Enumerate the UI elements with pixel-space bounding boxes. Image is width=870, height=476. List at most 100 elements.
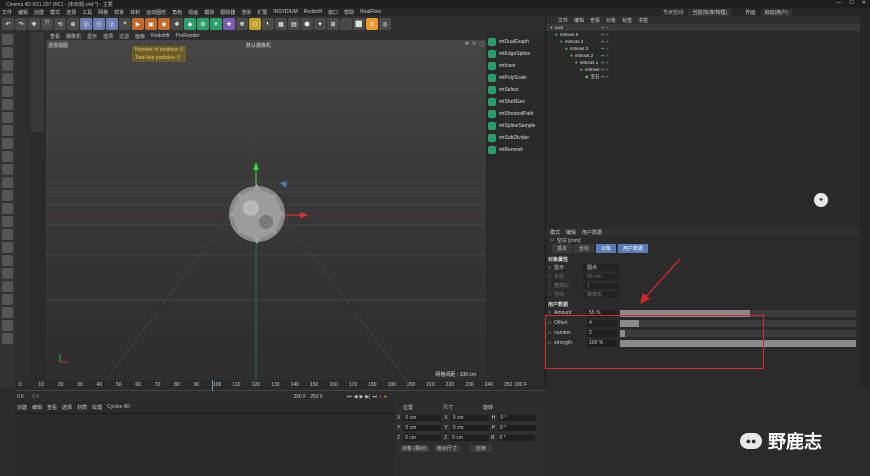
menu-item[interactable]: 创建	[34, 9, 44, 16]
timeline-ruler[interactable]: 0 10 20 30 40 50 60 70 80 90 100 110 120 130 140 150 160…	[15, 380, 545, 391]
toolbar-tool-icon[interactable]: ⬢	[301, 18, 313, 30]
attribute-tab[interactable]: 基本	[552, 244, 573, 253]
toolbar-tool-icon[interactable]: Ⓧ	[80, 18, 92, 30]
record-icon[interactable]: ●	[379, 394, 382, 400]
material-menu-item[interactable]: 选择	[62, 404, 72, 411]
viewport-menu-item[interactable]: 选项	[103, 33, 113, 40]
material-menu-item[interactable]: Cycles 4D	[107, 404, 130, 411]
coord-value-field[interactable]: 0 cm	[403, 435, 442, 441]
left-tool-icon[interactable]	[2, 73, 13, 84]
toolbar-tool-icon[interactable]: ▣	[145, 18, 157, 30]
toolbar-tool-icon[interactable]: ⊙	[366, 18, 378, 30]
attribute-menu-item[interactable]: 模式	[550, 229, 560, 236]
object-visibility-icon[interactable]: ▪▪ ✓	[601, 67, 609, 73]
material-menu-item[interactable]: 创建	[17, 404, 27, 411]
left-tool-icon[interactable]	[2, 229, 13, 240]
menu-item[interactable]: 选择	[66, 9, 76, 16]
viewport-menu-item[interactable]: 摄像机	[66, 33, 81, 40]
coord-value-field[interactable]: 0 cm	[450, 415, 489, 421]
viewport-menu-item[interactable]: ProRender	[175, 33, 199, 39]
toolbar-tool-icon[interactable]: ↷	[15, 18, 27, 30]
object-tree-row[interactable]: ● mtInset.2 ▪▪ ✓	[546, 52, 860, 59]
toolbar-tool-icon[interactable]: ▤	[288, 18, 300, 30]
menu-item[interactable]: 模拟	[204, 9, 214, 16]
minimize-button[interactable]: —	[836, 0, 841, 6]
object-tree-row[interactable]: ● mtInset.1 ▪▪ ✓	[546, 59, 860, 66]
property-value[interactable]: 50 cm	[583, 273, 620, 280]
plugin-item[interactable]: mtRemesh	[486, 144, 544, 156]
menu-item[interactable]: 跟踪器	[220, 9, 235, 16]
object-manager-menu-item[interactable]: 查看	[590, 17, 600, 24]
left-tool-icon[interactable]	[2, 112, 13, 123]
viewport-menu-item[interactable]: 显示	[87, 33, 97, 40]
property-radio-icon[interactable]: ○	[548, 265, 551, 271]
material-menu-item[interactable]: 编辑	[32, 404, 42, 411]
left-tool-icon[interactable]	[2, 125, 13, 136]
autokey-icon[interactable]: ●	[384, 394, 387, 400]
left-tool-icon[interactable]	[2, 86, 13, 97]
property-radio-icon[interactable]: ○	[548, 292, 551, 298]
start-frame-field[interactable]: 0 F	[32, 394, 39, 400]
attribute-tab[interactable]: 用户数据	[618, 244, 649, 253]
left-tool-icon[interactable]	[2, 333, 13, 344]
plugin-item[interactable]: mtInset	[486, 60, 544, 72]
left-tool-icon[interactable]	[2, 281, 13, 292]
material-menu-item[interactable]: 纹理	[92, 404, 102, 411]
timeline[interactable]: 0 10 20 30 40 50 60 70 80 90 100 110 120 130 140 150 160…	[15, 380, 545, 402]
coord-value-field[interactable]: 0 °	[497, 435, 536, 441]
menu-item[interactable]: 模式	[50, 9, 60, 16]
coord-value-field[interactable]: 0 cm	[450, 425, 489, 431]
end-frame-field[interactable]: 100 F	[514, 382, 527, 388]
left-tool-icon[interactable]	[2, 268, 13, 279]
left-tool-icon[interactable]	[2, 34, 13, 45]
material-menu-item[interactable]: 材质	[77, 404, 87, 411]
toolbar-tool-icon[interactable]: ❋	[236, 18, 248, 30]
toolbar-tool-icon[interactable]: ⬛	[340, 18, 352, 30]
attribute-menu-item[interactable]: 用户数据	[582, 229, 602, 236]
toolbar-tool-icon[interactable]: ⟲	[54, 18, 66, 30]
toolbar-tool-icon[interactable]: Ⓩ	[106, 18, 118, 30]
prev-frame-icon[interactable]: ◀	[354, 394, 358, 400]
plugin-item[interactable]: mtEdgeSpline	[486, 48, 544, 60]
current-frame-field[interactable]: 0 F	[17, 394, 24, 400]
toolbar-tool-icon[interactable]: ◆	[184, 18, 196, 30]
property-radio-icon[interactable]: ○	[548, 274, 551, 280]
node-space-select[interactable]: 当前(标准/物理)	[688, 8, 732, 16]
coord-value-field[interactable]: 0 °	[498, 415, 537, 421]
left-tool-icon[interactable]	[2, 177, 13, 188]
menu-item[interactable]: 扩展	[257, 9, 267, 16]
coord-value-field[interactable]: 0 cm	[403, 425, 442, 431]
object-manager-menu-item[interactable]: 对象	[606, 17, 616, 24]
maximize-button[interactable]: ☐	[849, 0, 853, 6]
object-manager-menu-item[interactable]: 书签	[638, 17, 648, 24]
toolbar-tool-icon[interactable]: ⊞	[327, 18, 339, 30]
object-manager-menu-item[interactable]: 文件	[558, 17, 568, 24]
toolbar-tool-icon[interactable]: ✥	[28, 18, 40, 30]
viewport[interactable]: 透视视图 默认摄像机 ✥ ⟳ ▢ Number of emitters: 0 Tot…	[46, 40, 486, 380]
menu-item[interactable]: RealFlow	[360, 9, 381, 15]
play-icon[interactable]: ▶	[359, 394, 363, 400]
property-radio-icon[interactable]: ○	[548, 283, 551, 289]
toolbar-tool-icon[interactable]: ◎	[379, 18, 391, 30]
property-value[interactable]: 摄像机	[583, 291, 620, 298]
coord-mode-select[interactable]: 对象 (相对)	[399, 445, 430, 452]
toolbar-tool-icon[interactable]: ▶	[132, 18, 144, 30]
attribute-tab[interactable]: 对象	[596, 244, 617, 253]
toolbar-tool-icon[interactable]: Ⓨ	[93, 18, 105, 30]
coord-value-field[interactable]: 0 cm	[403, 415, 442, 421]
object-manager-menu-item[interactable]: 编辑	[574, 17, 584, 24]
object-tree-row[interactable]: ● mtInset.4 ▪▪ ✓	[546, 38, 860, 45]
object-tree-row[interactable]: ● com ▪▪ ✓	[546, 24, 860, 31]
left-tool-icon[interactable]	[2, 151, 13, 162]
object-tree-row[interactable]: ◆ 宝石 ▪▪ ✓	[546, 73, 860, 80]
left-tool-icon[interactable]	[2, 320, 13, 331]
menu-item[interactable]: 运动图形	[146, 9, 166, 16]
menu-item[interactable]: INSYDIUM	[273, 9, 297, 15]
min-frame-field[interactable]: 250 F	[293, 394, 306, 400]
max-frame-field[interactable]: 250 F	[310, 394, 323, 400]
toolbar-tool-icon[interactable]: ❖	[171, 18, 183, 30]
left-tool-icon[interactable]	[2, 255, 13, 266]
menu-item[interactable]: 编辑	[18, 9, 28, 16]
coord-value-field[interactable]: 0 °	[498, 425, 537, 431]
viewport-menu-item[interactable]: 面板	[135, 33, 145, 40]
